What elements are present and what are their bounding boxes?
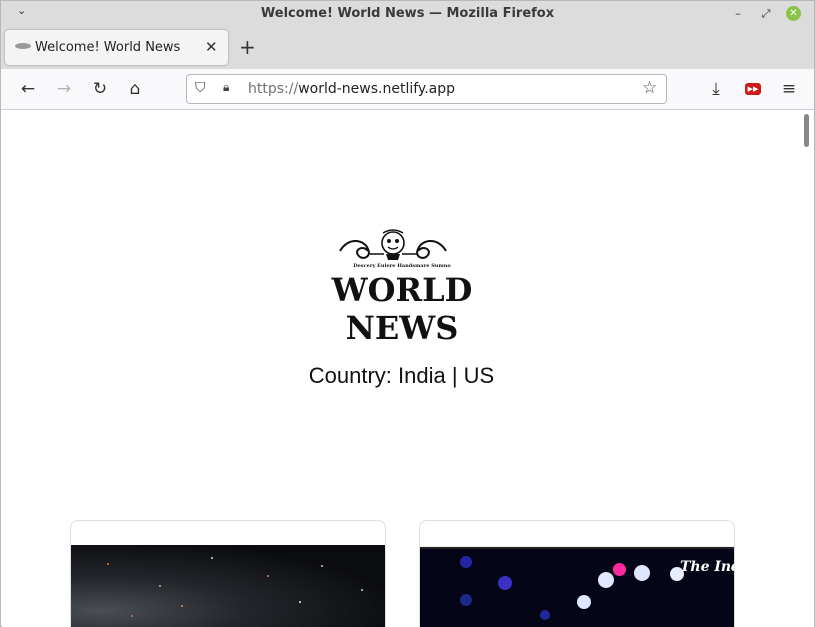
forward-arrow-icon[interactable]: → xyxy=(52,77,76,101)
minimize-button[interactable]: – xyxy=(730,6,746,22)
youtube-extension-icon[interactable]: ▶▶ xyxy=(745,83,761,95)
back-arrow-icon[interactable]: ← xyxy=(16,77,40,101)
close-window-button[interactable]: ✕ xyxy=(786,6,801,21)
hamburger-menu-icon[interactable]: ≡ xyxy=(777,77,801,101)
star-icon[interactable]: ☆ xyxy=(642,78,657,98)
url-protocol: https:// xyxy=(248,81,299,97)
download-icon[interactable]: ⤓ xyxy=(704,77,728,101)
url-bar[interactable]: ⛉ 🔒︎ https://world-news.netlify.app ☆ xyxy=(186,74,667,104)
new-tab-button[interactable]: + xyxy=(239,35,256,59)
lock-icon[interactable]: 🔒︎ xyxy=(223,80,229,95)
tab-label: Welcome! World News xyxy=(35,40,181,55)
window-title: Welcome! World News — Mozilla Firefox xyxy=(260,6,555,21)
reload-icon[interactable]: ↻ xyxy=(88,77,112,101)
browser-window: ⌄ Welcome! World News — Mozilla Firefox … xyxy=(0,0,815,627)
url-text[interactable]: https://world-news.netlify.app xyxy=(248,81,455,97)
navigation-toolbar: ← → ↻ ⌂ ⛉ 🔒︎ https://world-news.netlify.… xyxy=(1,69,814,110)
tab-strip: Welcome! World News ✕ + xyxy=(1,27,814,69)
site-favicon-icon xyxy=(15,43,31,49)
site-logo[interactable]: Descery Eulere Handsmare Sumno WORLD NEW… xyxy=(272,227,532,347)
scrollbar-thumb[interactable] xyxy=(804,114,809,147)
maximize-button[interactable]: ⤢ xyxy=(758,6,774,22)
title-bar: ⌄ Welcome! World News — Mozilla Firefox … xyxy=(1,1,814,27)
tab-close-icon[interactable]: ✕ xyxy=(205,38,218,56)
news-card-image-header xyxy=(420,546,734,549)
country-selector-line[interactable]: Country: India | US xyxy=(2,363,801,389)
url-host: world-news.netlify.app xyxy=(298,81,455,97)
logo-motto: Descery Eulere Handsmare Sumno xyxy=(353,263,451,269)
shield-icon[interactable]: ⛉ xyxy=(195,80,206,96)
tab-world-news[interactable]: Welcome! World News ✕ xyxy=(5,30,228,65)
home-icon[interactable]: ⌂ xyxy=(123,77,147,101)
news-card-image[interactable] xyxy=(71,545,385,627)
news-card[interactable] xyxy=(70,520,386,627)
news-card-image-caption: The Indi xyxy=(680,559,734,575)
page-content: Descery Eulere Handsmare Sumno WORLD NEW… xyxy=(2,110,801,627)
page-scrollbar[interactable] xyxy=(801,110,814,627)
news-card[interactable]: The Indi xyxy=(419,520,735,627)
logo-wordmark: WORLD NEWS xyxy=(331,271,473,347)
